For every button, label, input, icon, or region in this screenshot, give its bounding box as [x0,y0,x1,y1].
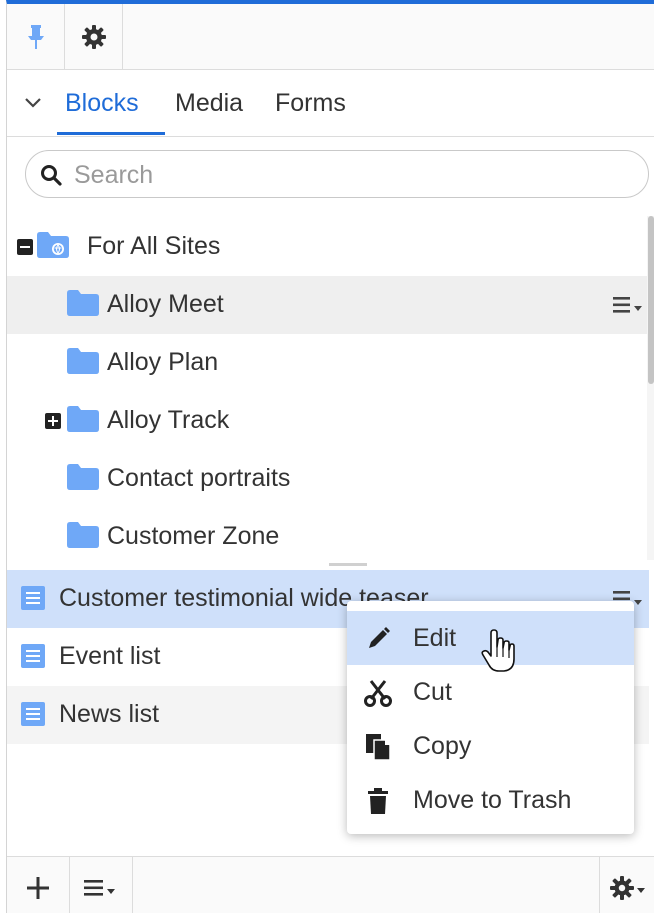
assets-panel: Blocks Media Forms For All Sites [6,0,654,913]
menu-icon [84,879,115,896]
active-tab-indicator [57,132,165,135]
tree-scrollbar[interactable] [647,216,654,561]
menu-item-label: Copy [413,732,472,760]
pin-icon [27,25,44,49]
block-icon [21,644,45,668]
tree-item-alloy-plan[interactable]: Alloy Plan [7,334,649,392]
menu-item-label: Cut [413,678,452,706]
add-button[interactable] [7,857,69,913]
search-icon [41,165,62,186]
shared-folder-icon [37,232,69,258]
menu-item-move-to-trash[interactable]: Move to Trash [347,773,634,827]
top-toolbar [7,4,654,70]
menu-item-label: Edit [413,624,457,652]
scrollbar-thumb[interactable] [648,216,654,384]
settings-button[interactable] [65,4,123,70]
folder-icon [67,464,99,490]
tree-item-alloy-meet[interactable]: Alloy Meet [7,276,649,334]
tree-item-label: Contact portraits [107,464,291,492]
search-box [25,150,649,198]
tree-item-label: Customer Zone [107,522,280,550]
context-menu: Edit Cut Copy Move to Trash [347,601,634,834]
folder-icon [67,522,99,548]
menu-item-copy[interactable]: Copy [347,719,634,773]
tab-blocks[interactable]: Blocks [65,89,139,118]
folder-icon [67,406,99,432]
menu-item-label: Move to Trash [413,786,572,814]
menu-item-cut[interactable]: Cut [347,665,634,719]
tree-item-label: Alloy Track [107,406,230,434]
tree-item-alloy-track[interactable]: Alloy Track [7,392,649,450]
block-icon [21,586,45,610]
tab-media[interactable]: Media [175,89,243,118]
tree-item-contact-portraits[interactable]: Contact portraits [7,450,649,508]
menu-item-edit[interactable]: Edit [347,611,634,672]
settings-menu-button[interactable] [600,857,654,913]
tree-item-label: For All Sites [87,232,221,260]
block-item-label: News list [59,700,160,728]
tree-item-customer-zone[interactable]: Customer Zone [7,508,649,561]
block-icon [21,702,45,726]
block-item-label: Event list [59,642,161,670]
tab-bar: Blocks Media Forms [7,71,654,137]
tree-item-label: Alloy Meet [107,290,224,318]
trash-icon [368,788,388,814]
gear-icon [81,25,106,49]
search-input[interactable] [74,159,624,191]
toolbar-separator [132,857,133,913]
pin-button[interactable] [7,4,65,70]
expand-icon[interactable] [45,413,61,429]
chevron-down-icon[interactable] [21,91,45,115]
tab-forms[interactable]: Forms [275,89,346,118]
scissors-icon [364,680,392,707]
folder-icon [67,348,99,374]
folder-tree: For All Sites Alloy Meet Alloy Plan Allo… [7,216,654,561]
collapse-icon[interactable] [17,239,33,255]
splitter-grip[interactable] [329,563,367,566]
list-menu-button[interactable] [70,857,132,913]
pencil-icon [369,627,390,648]
copy-icon [366,734,391,761]
tree-item-label: Alloy Plan [107,348,219,376]
context-menu-icon[interactable] [613,294,643,316]
tree-root-for-all-sites[interactable]: For All Sites [7,218,649,276]
folder-icon [67,290,99,316]
bottom-toolbar [7,856,654,913]
gear-icon [609,875,645,900]
plus-icon [27,876,49,899]
